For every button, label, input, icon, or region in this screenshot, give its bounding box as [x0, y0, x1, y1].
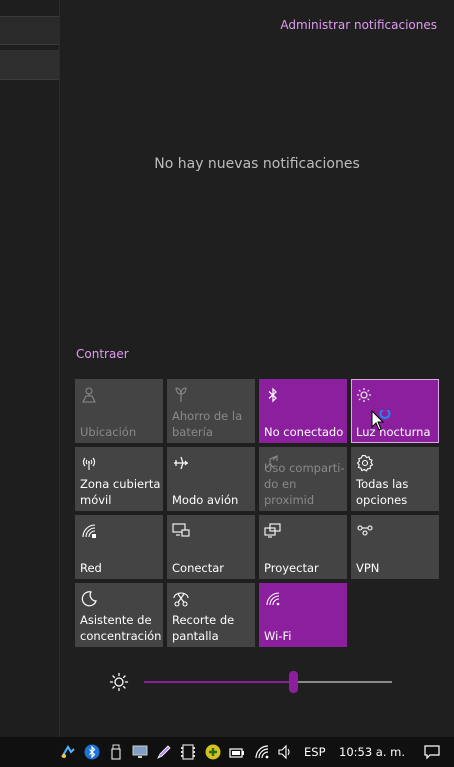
- airplane-icon: [172, 454, 190, 472]
- quick-action-location[interactable]: Ubicación: [75, 379, 163, 443]
- quick-action-label: Ahorro de la batería: [172, 409, 243, 439]
- quick-action-label: Recorte de pantalla: [172, 613, 235, 643]
- quick-action-label: Zona cubierta móvil: [80, 477, 161, 507]
- quick-action-label: Todas las opciones: [356, 477, 409, 507]
- quick-action-label: Luz nocturna: [356, 425, 431, 439]
- vpn-icon: [356, 522, 374, 540]
- background-window-bar: [0, 16, 59, 45]
- brightness-slider-fill: [144, 681, 293, 683]
- taskbar: ESP 10:53 a. m.: [0, 737, 454, 767]
- focus-assist-icon: [80, 590, 98, 608]
- no-notifications-message: No hay nuevas notificaciones: [154, 156, 360, 172]
- quick-action-label: Wi-Fi: [264, 629, 292, 643]
- brightness-icon: [109, 672, 129, 692]
- brightness-control: [75, 668, 393, 696]
- language-indicator[interactable]: ESP: [304, 745, 326, 759]
- quick-action-nearby-sharing[interactable]: Uso comparti- do en proximid: [259, 447, 347, 511]
- background-window-bar: [0, 50, 59, 80]
- app-icon[interactable]: [60, 744, 76, 760]
- pen-icon[interactable]: [156, 744, 172, 760]
- usb-icon[interactable]: [108, 744, 124, 760]
- quick-action-label: No conectado: [264, 425, 344, 439]
- brightness-slider[interactable]: [144, 671, 392, 693]
- display-icon[interactable]: [132, 744, 148, 760]
- clock[interactable]: 10:53 a. m.: [339, 745, 405, 759]
- quick-actions-grid: Ubicación Ahorro de la batería No conectad…: [75, 379, 439, 647]
- brightness-slider-thumb[interactable]: [288, 671, 298, 693]
- quick-action-label: Conectar: [172, 561, 225, 575]
- quick-action-label: Red: [80, 561, 102, 575]
- quick-action-battery-saver[interactable]: Ahorro de la batería: [167, 379, 255, 443]
- video-icon[interactable]: [180, 744, 196, 760]
- wifi-icon: [264, 590, 282, 608]
- quick-action-connect[interactable]: Conectar: [167, 515, 255, 579]
- quick-action-label: VPN: [356, 561, 380, 575]
- quick-action-settings[interactable]: Todas las opciones: [351, 447, 439, 511]
- action-center-panel: Administrar notificaciones No hay nuevas…: [59, 0, 454, 737]
- quick-action-wifi[interactable]: Wi-Fi: [259, 583, 347, 647]
- quick-action-label: Asistente de concentración: [80, 613, 161, 643]
- project-icon: [264, 522, 282, 540]
- speech-bubble-icon: [424, 745, 440, 760]
- location-icon: [80, 386, 98, 404]
- quick-action-label: Ubicación: [80, 425, 137, 439]
- settings-icon: [356, 454, 374, 472]
- quick-action-focus-assist[interactable]: Asistente de concentración: [75, 583, 163, 647]
- quick-action-screen-snip[interactable]: Recorte de pantalla: [167, 583, 255, 647]
- connect-icon: [172, 522, 190, 540]
- wifi-icon[interactable]: [254, 744, 270, 760]
- background-window: [0, 0, 59, 737]
- bluetooth-icon: [264, 386, 282, 404]
- notifications-button[interactable]: [410, 737, 454, 767]
- screen-snip-icon: [172, 590, 190, 608]
- quick-action-night-light[interactable]: Luz nocturna: [351, 379, 439, 443]
- quick-action-project[interactable]: Proyectar: [259, 515, 347, 579]
- quick-action-mobile-hotspot[interactable]: Zona cubierta móvil: [75, 447, 163, 511]
- collapse-link[interactable]: Contraer: [76, 347, 129, 361]
- quick-action-airplane[interactable]: Modo avión: [167, 447, 255, 511]
- night-light-icon: [356, 386, 374, 404]
- volume-icon[interactable]: [277, 744, 293, 760]
- mobile-hotspot-icon: [80, 454, 98, 472]
- quick-action-vpn[interactable]: VPN: [351, 515, 439, 579]
- quick-action-label: Modo avión: [172, 493, 239, 507]
- bluetooth-icon[interactable]: [84, 744, 100, 760]
- manage-notifications-link[interactable]: Administrar notificaciones: [280, 18, 437, 32]
- battery-icon[interactable]: [229, 744, 245, 760]
- quick-action-label: Uso comparti- do en proximid: [264, 461, 345, 507]
- quick-action-label: Proyectar: [264, 561, 319, 575]
- quick-action-network[interactable]: Red: [75, 515, 163, 579]
- battery-saver-icon: [172, 386, 190, 404]
- network-icon: [80, 522, 98, 540]
- quick-action-bluetooth[interactable]: No conectado: [259, 379, 347, 443]
- plus-app-icon[interactable]: [205, 744, 221, 760]
